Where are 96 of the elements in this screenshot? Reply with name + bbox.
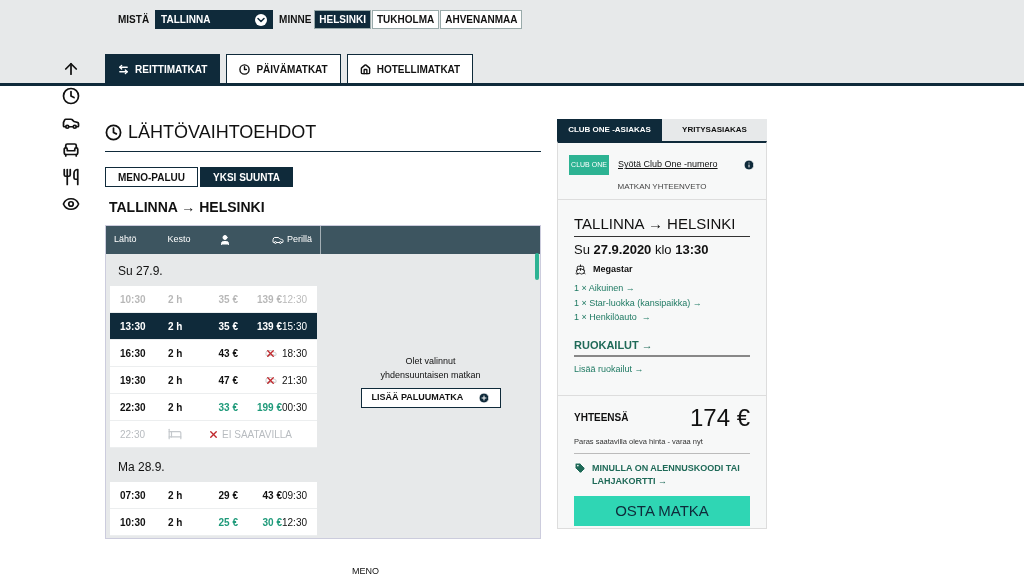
add-return-button[interactable]: LISÄÄ PALUUMATKA <box>360 388 501 408</box>
club-number-link[interactable]: Syötä Club One -numero <box>618 158 718 172</box>
nav-tab[interactable]: PÄIVÄMATKAT <box>226 54 341 83</box>
clock-icon <box>239 63 251 75</box>
day-heading: Ma 28.9. <box>117 459 166 476</box>
to-label: MINNE <box>279 13 312 27</box>
destination-option[interactable]: TUKHOLMA <box>372 10 440 29</box>
bed-icon <box>168 427 182 441</box>
booking-item-link[interactable]: 1 × Henkilöauto → <box>574 311 750 325</box>
departure-time: 22:30 <box>120 427 147 442</box>
eye-icon[interactable] <box>62 195 80 213</box>
departure-time: 19:30 <box>120 373 147 388</box>
departure-row[interactable]: 07:30 2 h 29 € 43 €09:30 <box>110 482 317 509</box>
meals-heading[interactable]: RUOKAILUT → <box>574 336 750 357</box>
departure-time: 13:30 <box>120 319 147 334</box>
departure-row[interactable]: 13:30 2 h 35 € 139 €15:30 <box>110 313 317 340</box>
total-label: YHTEENSÄ <box>574 410 629 425</box>
passenger-price: 35 € <box>217 319 238 334</box>
nav-tab[interactable]: HOTELLIMATKAT <box>346 54 474 83</box>
passenger-price: 43 € <box>217 346 238 361</box>
car-price: 139 € <box>256 319 282 334</box>
departure-date: Su 27.9.2020 klo 13:30 <box>574 241 710 259</box>
passenger-price: 25 € <box>217 515 238 530</box>
customer-tab[interactable]: CLUB ONE -ASIAKAS <box>557 119 662 141</box>
departure-time: 07:30 <box>120 488 147 503</box>
total-price: 174 € <box>689 403 750 432</box>
tag-icon <box>574 461 586 474</box>
from-label: MISTÄ <box>118 12 150 27</box>
unavailable-status: EI SAATAVILLA <box>222 427 293 442</box>
chevron-down-icon <box>255 13 268 26</box>
car-icon <box>269 234 287 246</box>
info-icon[interactable] <box>743 159 755 171</box>
trip-type-toggle[interactable]: MENO-PALUU <box>105 167 199 187</box>
add-meals-link[interactable]: Lisää ruokailut → <box>574 363 750 377</box>
duration: 2 h <box>168 373 184 388</box>
arrival-time: 21:30 <box>282 373 307 388</box>
destination-option[interactable]: HELSINKI <box>314 10 371 29</box>
passenger-price: 33 € <box>217 400 238 415</box>
booking-item-link[interactable]: 1 × Aikuinen → <box>574 282 750 296</box>
arrival-time: 18:30 <box>282 346 307 361</box>
arrival-time: 15:30 <box>282 319 307 334</box>
customer-tab[interactable]: YRITYSASIAKAS <box>662 119 767 141</box>
column-header: Lähtö <box>114 233 138 247</box>
from-dropdown[interactable]: TALLINNA <box>155 10 274 29</box>
clock-icon <box>105 124 122 141</box>
duration: 2 h <box>168 400 184 415</box>
summary-heading: MATKAN YHTEENVETO <box>558 181 766 200</box>
column-header: Perillä <box>287 233 312 247</box>
duration: 2 h <box>168 319 184 334</box>
arrival-time: 00:30 <box>282 400 307 415</box>
arrival-time: 09:30 <box>282 488 307 503</box>
scrollbar-thumb[interactable] <box>535 253 539 280</box>
duration: 2 h <box>168 346 184 361</box>
duration: 2 h <box>168 292 184 307</box>
passenger-price: 47 € <box>217 373 238 388</box>
trip-type-toggle[interactable]: YKSI SUUNTA <box>200 167 294 187</box>
arrival-time: 12:30 <box>282 515 307 530</box>
departure-row[interactable]: 19:30 2 h 47 € 21:30 <box>110 367 317 394</box>
cross-icon <box>208 428 219 440</box>
plus-icon <box>477 392 490 404</box>
one-way-notice: Olet valinnut yhdensuuntaisen matkan <box>379 355 482 382</box>
person-icon <box>219 234 232 246</box>
column-header: Kesto <box>167 233 192 247</box>
departure-row[interactable]: 10:30 2 h 25 € 30 €12:30 <box>110 509 317 536</box>
departure-time: 22:30 <box>120 400 147 415</box>
swap-arrows-icon <box>118 63 129 75</box>
house-icon <box>359 63 371 75</box>
passenger-price: 29 € <box>217 488 238 503</box>
clock-icon[interactable] <box>62 87 80 105</box>
utensils-icon[interactable] <box>62 168 80 186</box>
ship-icon <box>574 263 587 275</box>
passenger-price: 35 € <box>217 292 238 307</box>
duration: 2 h <box>168 488 184 503</box>
car-price: 139 € <box>256 292 282 307</box>
car-price: 30 € <box>262 515 282 530</box>
destination-option[interactable]: AHVENANMAA <box>440 10 523 29</box>
car-price: 199 € <box>256 400 282 415</box>
arrival-time: 12:30 <box>282 292 307 307</box>
booking-item-link[interactable]: 1 × Star-luokka (kansipaikka) → <box>574 296 750 310</box>
discount-code-link[interactable]: MINULLA ON ALENNUSKOODI TAI LAHJAKORTTI → <box>592 461 750 488</box>
departure-row[interactable]: 22:30 2 h 33 € 199 €00:30 <box>110 394 317 421</box>
route-heading: TALLINNA → HELSINKI <box>109 198 266 217</box>
bottom-label: MENO <box>352 566 379 576</box>
nav-tab[interactable]: REITTIMATKAT <box>105 54 221 83</box>
departure-time: 16:30 <box>120 346 147 361</box>
summary-route: TALLINNA → HELSINKI <box>574 214 750 237</box>
car-price: 43 € <box>262 488 282 503</box>
ship-name: Megastar <box>593 262 633 276</box>
departure-time: 10:30 <box>120 515 147 530</box>
duration: 2 h <box>168 515 184 530</box>
departure-row[interactable]: 16:30 2 h 43 € 18:30 <box>110 340 317 367</box>
day-heading: Su 27.9. <box>117 263 164 280</box>
seat-icon[interactable] <box>62 141 80 159</box>
departure-time: 10:30 <box>120 292 147 307</box>
buy-button[interactable]: OSTA MATKA <box>574 495 750 526</box>
section-title: LÄHTÖVAIHTOEHDOT <box>128 121 317 144</box>
